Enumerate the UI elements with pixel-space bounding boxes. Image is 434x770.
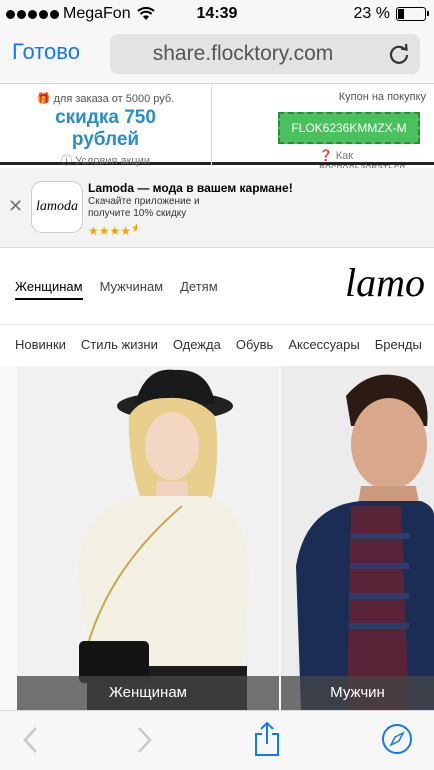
category-lifestyle[interactable]: Стиль жизни (81, 326, 158, 366)
women-model-image (17, 366, 279, 710)
promo-condition: для заказа от 5000 руб. (53, 93, 175, 105)
gender-tabs: Женщинам Мужчинам Детям (15, 279, 218, 300)
compass-icon[interactable] (381, 723, 413, 755)
terms-link[interactable]: ⓘ Условия акции (0, 152, 211, 168)
promo-card-men[interactable]: Мужчин (281, 366, 434, 710)
battery-icon (396, 7, 429, 21)
help-icon: ❓ (319, 150, 333, 162)
url-field[interactable]: share.flocktory.com (110, 34, 420, 74)
app-install-banner[interactable]: ✕ lamoda Lamoda — мода в вашем кармане! … (0, 168, 434, 248)
category-new[interactable]: Новинки (15, 326, 66, 366)
category-clothing[interactable]: Одежда (173, 326, 221, 366)
women-card-label: Женщинам (17, 676, 279, 710)
done-button[interactable]: Готово (12, 39, 80, 65)
terms-link-label: Условия акции (75, 155, 150, 167)
promo-discount-line2: рублей (71, 129, 140, 150)
back-icon[interactable] (22, 726, 38, 754)
battery-percent: 23 % (353, 5, 390, 22)
category-brands[interactable]: Бренды (375, 326, 422, 366)
tab-kids[interactable]: Детям (180, 279, 218, 300)
promo-card-women[interactable]: Женщинам (17, 366, 279, 710)
url-text: share.flocktory.com (152, 42, 334, 65)
men-model-image (281, 366, 434, 710)
forward-icon[interactable] (137, 726, 153, 754)
info-icon: ⓘ (61, 155, 72, 167)
promo-discount-line1: скидка 750 (55, 107, 156, 128)
app-icon: lamoda (31, 181, 83, 233)
men-card-label: Мужчин (281, 676, 434, 710)
promo-area: Женщинам Мужчин (0, 366, 434, 710)
tab-women[interactable]: Женщинам (15, 279, 83, 300)
promo-offer: 🎁 для заказа от 5000 руб. скидка 750 руб… (0, 85, 212, 168)
status-bar: MegaFon 14:39 23 % (0, 0, 434, 28)
category-accessories[interactable]: Аксессуары (288, 326, 359, 366)
category-shoes[interactable]: Обувь (236, 326, 273, 366)
share-icon[interactable] (253, 721, 281, 757)
rating-stars-icon: ★★★★★ (88, 221, 138, 238)
site-logo[interactable]: lamo (345, 259, 425, 306)
app-banner-title: Lamoda — мода в вашем кармане! (88, 181, 293, 195)
tab-men[interactable]: Мужчинам (100, 279, 164, 300)
site-header: Женщинам Мужчинам Детям lamo (0, 249, 434, 325)
reload-icon[interactable] (388, 43, 410, 65)
category-nav: Новинки Стиль жизни Одежда Обувь Аксессу… (0, 326, 434, 366)
close-icon[interactable]: ✕ (8, 196, 23, 217)
coupon-banner: 🎁 для заказа от 5000 руб. скидка 750 руб… (0, 85, 434, 174)
gift-icon: 🎁 (36, 93, 51, 105)
coupon-title: Купон на покупку (338, 91, 426, 103)
app-banner-desc-line1: Скачайте приложение и (88, 196, 200, 207)
safari-toolbar (0, 710, 434, 770)
app-banner-desc-line2: получите 10% скидку (88, 208, 187, 219)
coupon-code[interactable]: FLOK6236KMMZX-M (278, 112, 420, 144)
safari-address-bar: Готово share.flocktory.com (0, 28, 434, 84)
coupon-block: Купон на покупку FLOK6236KMMZX-M ❓ Как в… (213, 85, 434, 174)
